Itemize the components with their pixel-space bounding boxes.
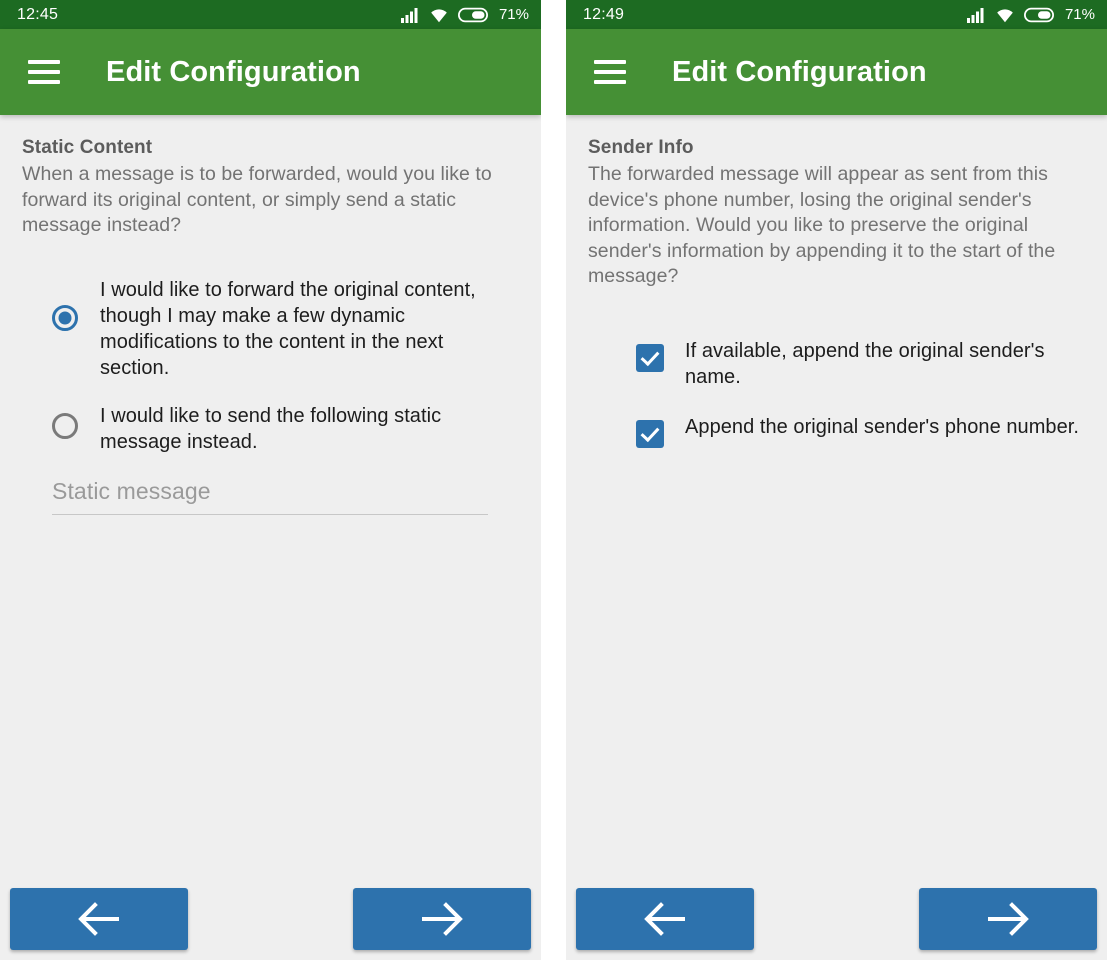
phone-panel-sender-info: 12:49 71% Edit Configuration Sender Info… (566, 0, 1107, 960)
battery-icon (1023, 7, 1054, 22)
app-bar: Edit Configuration (566, 29, 1107, 115)
content-area: Static Content When a message is to be f… (0, 115, 541, 515)
bottom-navigation (566, 888, 1107, 960)
arrow-left-icon (644, 902, 685, 936)
static-message-field[interactable]: Static message (52, 478, 488, 515)
checkbox-option-append-sender-phone[interactable]: Append the original sender's phone numbe… (636, 414, 1083, 448)
radio-group: I would like to forward the original con… (22, 277, 517, 455)
wifi-icon (997, 8, 1013, 22)
status-icon-group: 71% (966, 6, 1095, 23)
checkbox-indicator-checked[interactable] (636, 343, 664, 372)
content-area: Sender Info The forwarded message will a… (566, 115, 1107, 448)
radio-option-static-message[interactable]: I would like to send the following stati… (52, 403, 517, 455)
checkbox-option-label: If available, append the original sender… (685, 339, 1045, 388)
section-description: When a message is to be forwarded, would… (22, 163, 492, 236)
hamburger-menu-icon[interactable] (28, 60, 60, 84)
battery-percentage: 71% (1064, 6, 1095, 23)
app-bar: Edit Configuration (0, 29, 541, 115)
radio-indicator-unselected[interactable] (52, 412, 78, 439)
bottom-navigation (0, 888, 541, 960)
page-title: Edit Configuration (106, 55, 361, 88)
radio-indicator-selected[interactable] (52, 304, 78, 331)
screenshot-stage: 12:45 71% Edit Configuration Static Cont… (0, 0, 1107, 960)
checkbox-option-append-sender-name[interactable]: If available, append the original sender… (636, 338, 1083, 390)
battery-percentage: 71% (498, 6, 529, 23)
checkbox-indicator-checked[interactable] (636, 419, 664, 448)
text-field-underline (52, 513, 488, 515)
hamburger-menu-icon[interactable] (594, 60, 626, 84)
radio-option-label: I would like to send the following stati… (100, 404, 442, 453)
back-button[interactable] (576, 888, 754, 950)
status-time: 12:49 (583, 5, 625, 23)
status-bar: 12:45 71% (0, 0, 541, 29)
section-description: The forwarded message will appear as sen… (588, 163, 1056, 287)
section-title: Sender Info (588, 137, 694, 158)
checkbox-group: If available, append the original sender… (588, 338, 1083, 448)
next-button[interactable] (919, 888, 1097, 950)
status-time: 12:45 (17, 5, 59, 23)
static-message-input[interactable]: Static message (52, 478, 488, 514)
status-bar: 12:49 71% (566, 0, 1107, 29)
section-title: Static Content (22, 137, 153, 158)
checkbox-option-label: Append the original sender's phone numbe… (685, 415, 1079, 438)
page-title: Edit Configuration (672, 55, 927, 88)
signal-icon (966, 7, 984, 23)
wifi-icon (431, 8, 447, 22)
radio-option-label: I would like to forward the original con… (100, 278, 476, 379)
back-button[interactable] (10, 888, 188, 950)
arrow-left-icon (78, 902, 119, 936)
phone-panel-static-content: 12:45 71% Edit Configuration Static Cont… (0, 0, 541, 960)
arrow-right-icon (422, 902, 463, 936)
status-icon-group: 71% (400, 6, 529, 23)
radio-option-forward-original[interactable]: I would like to forward the original con… (52, 277, 517, 381)
battery-icon (457, 7, 488, 22)
next-button[interactable] (353, 888, 531, 950)
signal-icon (400, 7, 418, 23)
arrow-right-icon (988, 902, 1029, 936)
